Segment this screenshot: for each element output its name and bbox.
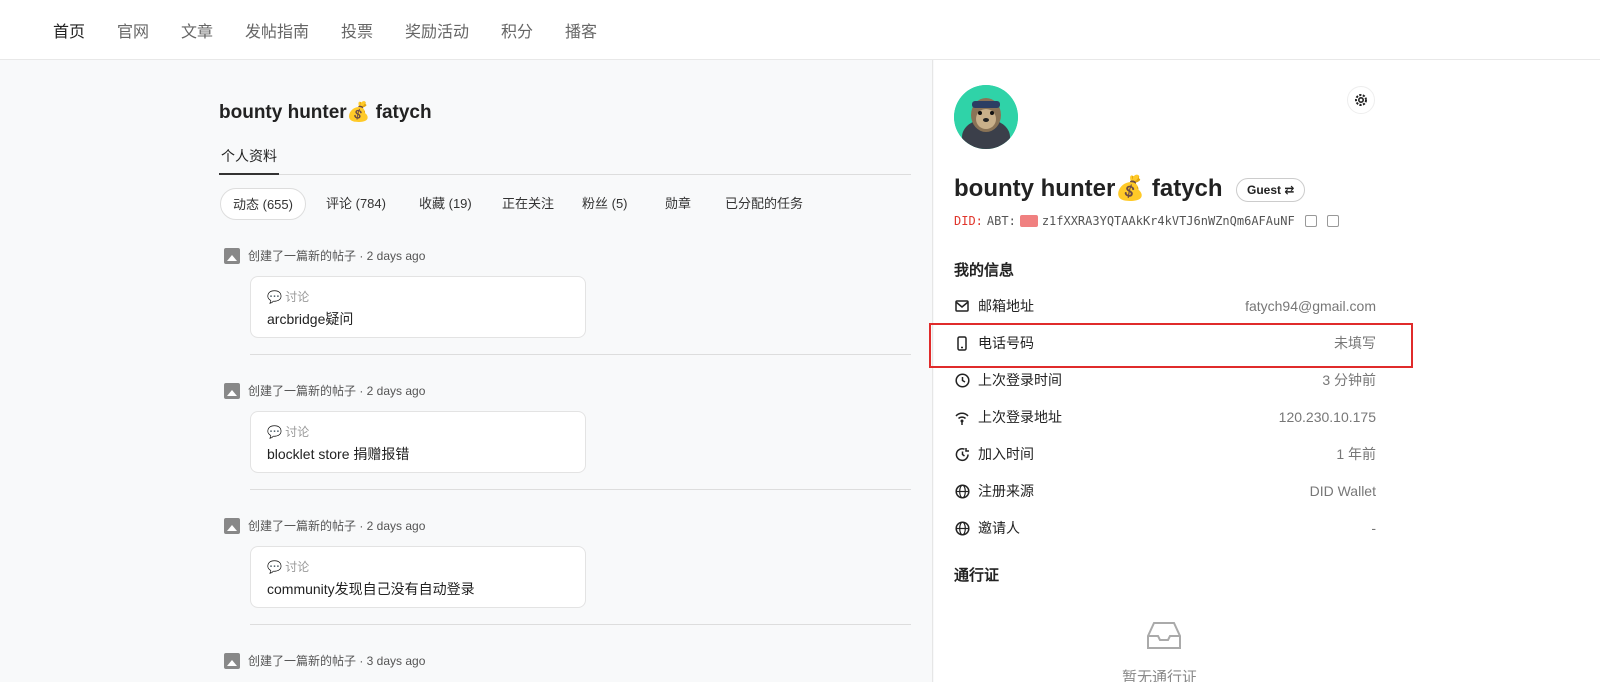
did-avatar-icon — [1019, 215, 1038, 227]
post-card[interactable]: 💬 讨论 community发现自己没有自动登录 — [250, 546, 586, 608]
info-value: - — [1371, 520, 1376, 536]
feed-meta-text: 创建了一篇新的帖子 · 2 days ago — [248, 384, 426, 398]
info-row-join-time: 加入时间 1 年前 — [954, 442, 1376, 466]
wifi-location-icon — [954, 409, 970, 425]
mail-icon — [954, 298, 970, 314]
nav-item-rewards[interactable]: 奖励活动 — [405, 18, 469, 42]
nav-item-articles[interactable]: 文章 — [181, 18, 213, 42]
role-switch-badge[interactable]: Guest ⇄ — [1236, 178, 1306, 202]
chip-badges[interactable]: 勋章 — [665, 188, 691, 220]
nav-item-posting-guide[interactable]: 发帖指南 — [245, 18, 309, 42]
info-label: 邀请人 — [978, 520, 1020, 536]
feed-divider — [250, 624, 911, 625]
post-category: 💬 讨论 — [267, 560, 310, 574]
info-value: DID Wallet — [1309, 483, 1376, 499]
did-prefix: DID: — [954, 214, 983, 228]
gear-icon — [1355, 94, 1367, 106]
feed-meta-text: 创建了一篇新的帖子 · 2 days ago — [248, 249, 426, 263]
chip-following[interactable]: 正在关注 — [502, 188, 554, 220]
active-tab-indicator — [219, 173, 279, 175]
did-type: ABT: — [986, 214, 1016, 228]
feed-item-meta: 创建了一篇新的帖子 · 2 days ago — [224, 247, 425, 264]
profile-title: bounty hunter💰 fatych — [219, 102, 432, 123]
tab-divider — [219, 174, 911, 175]
info-label: 上次登录地址 — [978, 409, 1062, 425]
info-row-registration-source: 注册来源 DID Wallet — [954, 479, 1376, 503]
chip-assigned-tasks[interactable]: 已分配的任务 — [725, 188, 803, 220]
image-icon — [224, 247, 240, 264]
image-icon — [224, 382, 240, 399]
globe-icon — [954, 483, 970, 499]
nav-item-voting[interactable]: 投票 — [341, 18, 373, 42]
empty-passport-text: 暂无通行证 — [1122, 669, 1198, 682]
feed-divider — [250, 354, 911, 355]
info-label: 上次登录时间 — [978, 372, 1062, 388]
image-icon — [224, 652, 240, 669]
post-title[interactable]: community发现自己没有自动登录 — [267, 579, 475, 599]
nav-item-official-site[interactable]: 官网 — [117, 18, 149, 42]
post-title[interactable]: arcbridge疑问 — [267, 309, 353, 329]
tab-profile[interactable]: 个人资料 — [221, 146, 277, 166]
avatar[interactable] — [954, 85, 1018, 149]
info-value: 3 分钟前 — [1322, 372, 1376, 388]
feed-meta-text: 创建了一篇新的帖子 · 2 days ago — [248, 519, 426, 533]
copy-icon[interactable] — [1304, 215, 1317, 227]
chip-activity[interactable]: 动态 (655) — [220, 188, 306, 220]
post-category: 💬 讨论 — [267, 425, 310, 439]
chip-followers[interactable]: 粉丝 (5) — [582, 188, 628, 220]
history-icon — [954, 446, 970, 462]
nav-item-home[interactable]: 首页 — [53, 18, 85, 42]
feed-meta-text: 创建了一篇新的帖子 · 3 days ago — [248, 654, 426, 668]
info-row-email: 邮箱地址 fatych94@gmail.com — [954, 294, 1376, 318]
settings-button[interactable] — [1347, 86, 1375, 114]
my-info-title: 我的信息 — [954, 262, 1015, 279]
info-value: fatych94@gmail.com — [1245, 298, 1376, 314]
info-value: 120.230.10.175 — [1278, 409, 1376, 425]
info-row-last-login-address: 上次登录地址 120.230.10.175 — [954, 405, 1376, 429]
passport-title: 通行证 — [954, 567, 1000, 584]
feed-item-meta: 创建了一篇新的帖子 · 2 days ago — [224, 517, 425, 534]
feed-item-meta: 创建了一篇新的帖子 · 3 days ago — [224, 652, 425, 669]
qr-code-icon[interactable] — [1326, 215, 1339, 227]
chip-favorites[interactable]: 收藏 (19) — [419, 188, 472, 220]
info-row-inviter: 邀请人 - — [954, 516, 1376, 540]
info-label: 邮箱地址 — [978, 298, 1034, 314]
info-row-last-login-time: 上次登录时间 3 分钟前 — [954, 368, 1376, 392]
user-name: bounty hunter💰 fatych — [954, 175, 1223, 202]
highlight-annotation — [929, 323, 1413, 368]
post-card[interactable]: 💬 讨论 blocklet store 捐赠报错 — [250, 411, 586, 473]
inbox-icon — [1147, 622, 1181, 649]
info-label: 加入时间 — [978, 446, 1034, 462]
post-card[interactable]: 💬 讨论 arcbridge疑问 — [250, 276, 586, 338]
post-title[interactable]: blocklet store 捐赠报错 — [267, 444, 409, 464]
chip-comments[interactable]: 评论 (784) — [326, 188, 386, 220]
nav-item-points[interactable]: 积分 — [501, 18, 533, 42]
globe-icon — [954, 520, 970, 536]
feed-divider — [250, 489, 911, 490]
info-value: 1 年前 — [1336, 446, 1376, 462]
image-icon — [224, 517, 240, 534]
info-label: 注册来源 — [978, 483, 1034, 499]
feed-item-meta: 创建了一篇新的帖子 · 2 days ago — [224, 382, 425, 399]
top-navigation: 首页 官网 文章 发帖指南 投票 奖励活动 积分 播客 — [0, 0, 1600, 60]
did-address-row: DID: ABT: z1fXXRA3YQTAAkKr4kVTJ6nWZnQm6A… — [954, 214, 1339, 228]
nav-item-podcast[interactable]: 播客 — [565, 18, 597, 42]
clock-icon — [954, 372, 970, 388]
post-category: 💬 讨论 — [267, 290, 310, 304]
did-address: z1fXXRA3YQTAAkKr4kVTJ6nWZnQm6AFAuNF — [1041, 214, 1295, 228]
